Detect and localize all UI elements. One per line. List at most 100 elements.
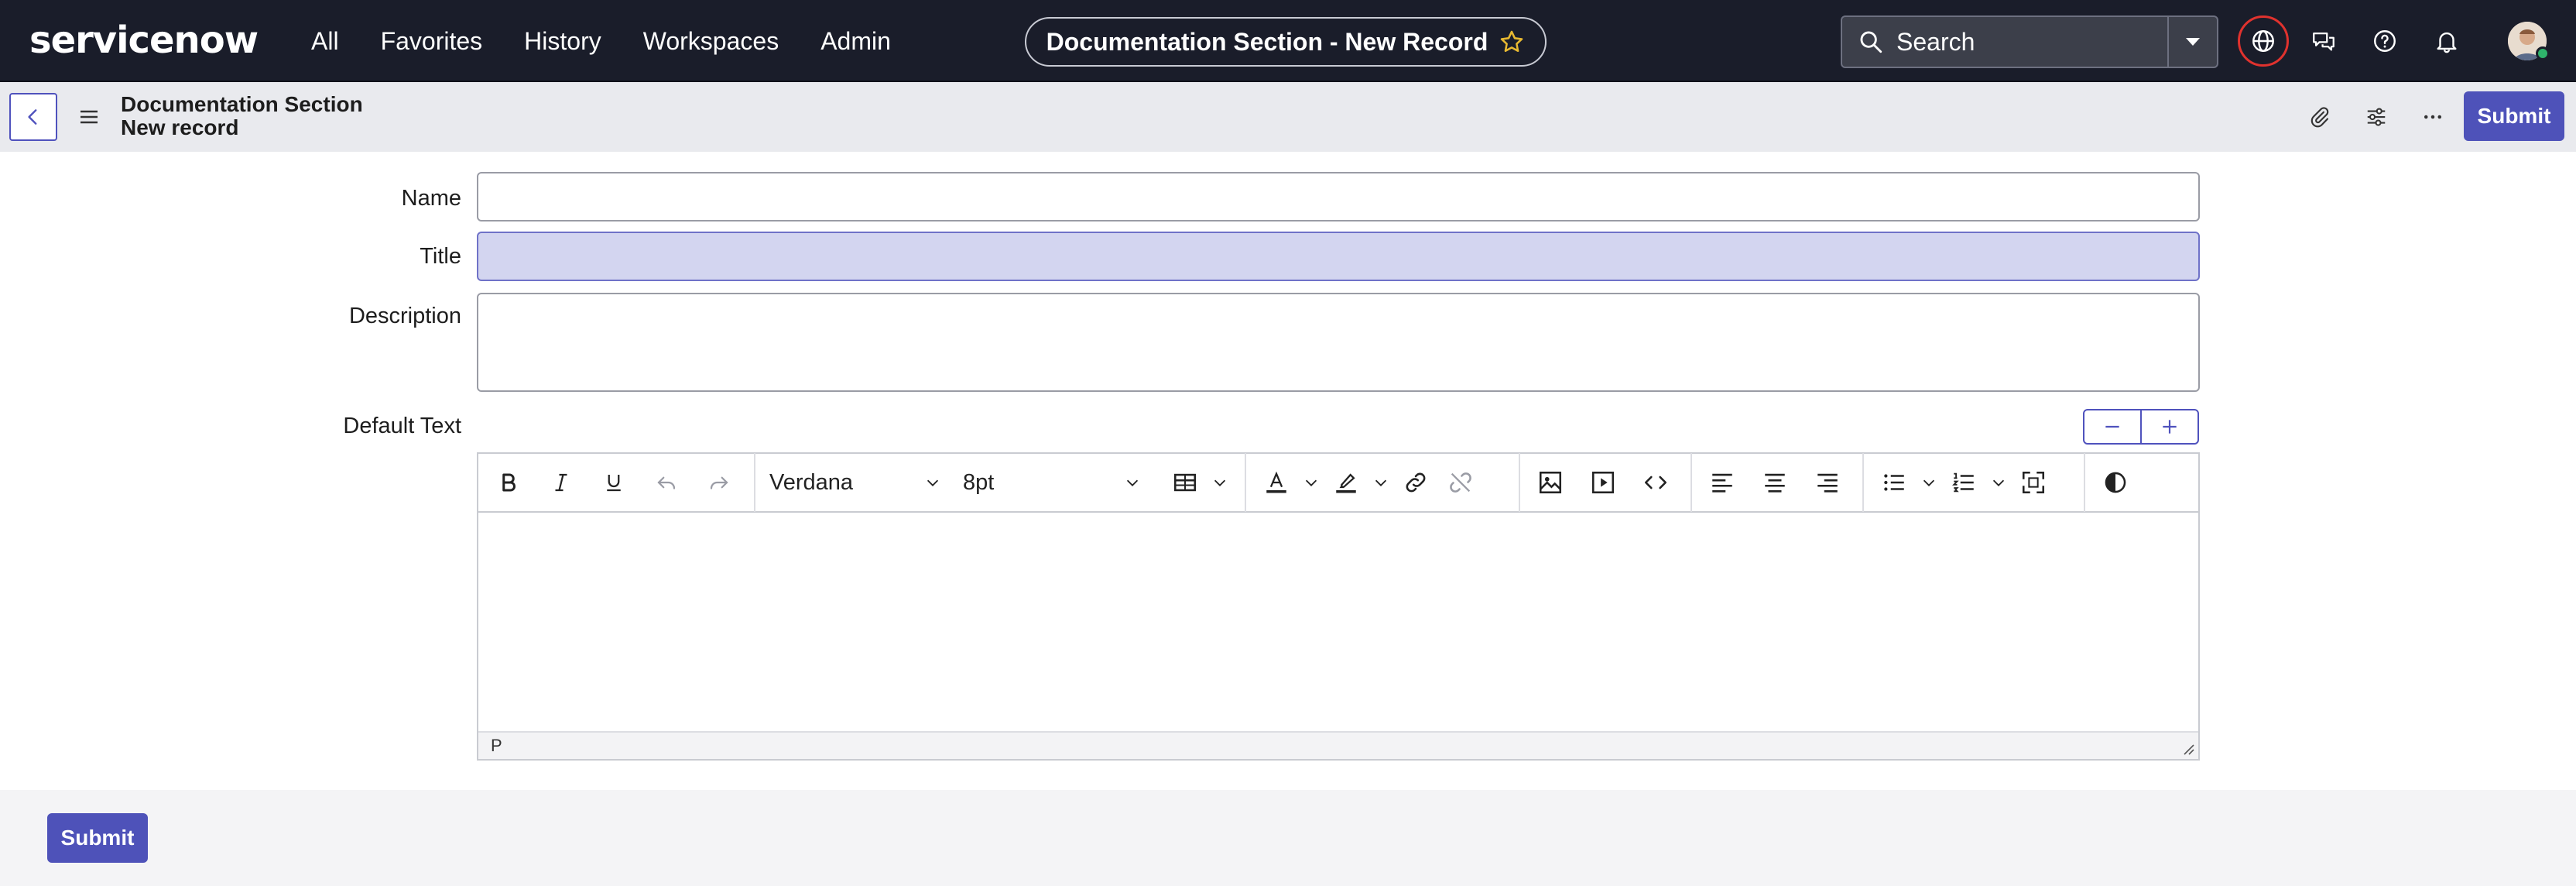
description-field[interactable]	[477, 293, 2200, 392]
numbered-list-dropdown[interactable]	[1986, 460, 2011, 505]
expand-editor-button[interactable]	[2142, 410, 2197, 443]
align-center-icon	[1765, 473, 1785, 493]
contrast-button[interactable]	[2093, 460, 2138, 505]
help-button[interactable]	[2361, 17, 2409, 65]
editor-content-area[interactable]	[478, 513, 2198, 733]
chat-button[interactable]	[2300, 17, 2348, 65]
redo-icon	[710, 476, 728, 489]
toolbar-group-accessibility	[2085, 453, 2146, 512]
numbered-list-icon	[1952, 472, 1974, 493]
default-text-editor: Verdana 8pt P	[477, 452, 2200, 761]
bullet-list-dropdown[interactable]	[1917, 460, 1941, 505]
minus-icon	[2105, 425, 2119, 428]
submit-button-footer[interactable]: Submit	[47, 813, 148, 863]
chat-icon	[2313, 32, 2334, 51]
code-icon	[1644, 476, 1667, 489]
notifications-button[interactable]	[2423, 17, 2471, 65]
name-label: Name	[401, 186, 461, 211]
italic-button[interactable]	[539, 460, 584, 505]
plus-icon	[2163, 420, 2177, 434]
media-icon	[1591, 471, 1615, 494]
toolbar-group-align	[1692, 453, 1864, 512]
nav-favorites[interactable]: Favorites	[360, 23, 504, 59]
undo-icon	[657, 476, 676, 489]
numbered-list-button[interactable]	[1941, 460, 1986, 505]
main-menu: All Favorites History Workspaces Admin	[311, 23, 912, 59]
search-scope-dropdown[interactable]	[2167, 17, 2217, 67]
align-right-button[interactable]	[1805, 460, 1850, 505]
source-code-button[interactable]	[1633, 460, 1678, 505]
more-options-button[interactable]	[2415, 99, 2451, 135]
undo-button[interactable]	[644, 460, 689, 505]
highlight-button[interactable]	[1324, 460, 1368, 505]
attachment-button[interactable]	[2302, 99, 2338, 135]
bold-button[interactable]	[486, 460, 531, 505]
top-navigation-bar: servicenow All Favorites History Workspa…	[0, 0, 2576, 82]
language-globe-button[interactable]	[2238, 15, 2289, 67]
toolbar-group-insert	[1520, 453, 1692, 512]
insert-link-button[interactable]	[1393, 460, 1438, 505]
unlink-button[interactable]	[1438, 460, 1483, 505]
description-label: Description	[348, 304, 461, 328]
hamburger-icon	[80, 110, 98, 124]
highlight-dropdown[interactable]	[1368, 460, 1393, 505]
font-family-select[interactable]: Verdana	[759, 460, 952, 505]
title-field[interactable]	[477, 232, 2200, 281]
table-button[interactable]	[1163, 460, 1208, 505]
highlight-icon	[1336, 473, 1356, 493]
element-path[interactable]: P	[491, 736, 502, 755]
form-title: Documentation Section New record	[121, 93, 363, 139]
bell-icon	[2437, 32, 2457, 53]
nav-admin[interactable]: Admin	[800, 23, 912, 59]
more-horizontal-icon	[2424, 115, 2441, 119]
insert-image-button[interactable]	[1528, 460, 1573, 505]
caret-down-icon	[2186, 38, 2200, 46]
chevron-down-icon	[1214, 479, 1226, 486]
align-left-button[interactable]	[1700, 460, 1745, 505]
title-label: Title	[420, 244, 461, 269]
underline-button[interactable]	[591, 460, 636, 505]
context-record-pill[interactable]: Documentation Section - New Record	[1025, 17, 1547, 67]
align-left-icon	[1712, 473, 1732, 493]
bold-icon	[502, 473, 516, 492]
font-size-select[interactable]: 8pt	[952, 460, 1152, 505]
name-field[interactable]	[477, 172, 2200, 222]
chevron-down-icon	[927, 479, 939, 486]
fullscreen-button[interactable]	[2011, 460, 2056, 505]
global-search	[1841, 15, 2218, 68]
table-dropdown[interactable]	[1208, 460, 1232, 505]
editor-size-controls	[2083, 409, 2199, 445]
editor-status-bar: P	[478, 731, 2198, 759]
form-header: Documentation Section New record Submit	[0, 82, 2576, 152]
toolbar-group-lists	[1864, 453, 2085, 512]
submit-button-header[interactable]: Submit	[2464, 91, 2564, 141]
nav-history[interactable]: History	[503, 23, 622, 59]
personalize-form-button[interactable]	[2358, 99, 2394, 135]
resize-handle-icon[interactable]	[2180, 740, 2195, 756]
back-button[interactable]	[9, 93, 57, 141]
text-color-dropdown[interactable]	[1299, 460, 1324, 505]
nav-all[interactable]: All	[311, 23, 360, 59]
shrink-editor-button[interactable]	[2084, 410, 2142, 443]
sliders-icon	[2367, 108, 2386, 126]
search-icon	[1842, 29, 1884, 55]
toolbar-group-format	[478, 453, 755, 512]
fullscreen-icon	[2022, 471, 2045, 494]
insert-media-button[interactable]	[1581, 460, 1625, 505]
record-pill-title: Documentation Section - New Record	[1046, 27, 1488, 56]
redo-button[interactable]	[697, 460, 742, 505]
servicenow-logo[interactable]: servicenow	[29, 17, 259, 64]
toolbar-group-font: Verdana 8pt	[755, 453, 1246, 512]
form-context-menu-button[interactable]	[77, 105, 101, 129]
link-icon	[1406, 472, 1426, 493]
globe-icon	[2252, 30, 2274, 52]
bullet-list-button[interactable]	[1872, 460, 1917, 505]
favorite-star-icon[interactable]	[1499, 29, 1525, 55]
underline-icon	[607, 475, 621, 492]
presence-status-dot	[2536, 46, 2550, 60]
nav-workspaces[interactable]: Workspaces	[622, 23, 800, 59]
text-color-button[interactable]	[1254, 460, 1299, 505]
align-center-button[interactable]	[1752, 460, 1797, 505]
search-input[interactable]	[1896, 27, 2152, 57]
table-icon	[1173, 473, 1197, 492]
